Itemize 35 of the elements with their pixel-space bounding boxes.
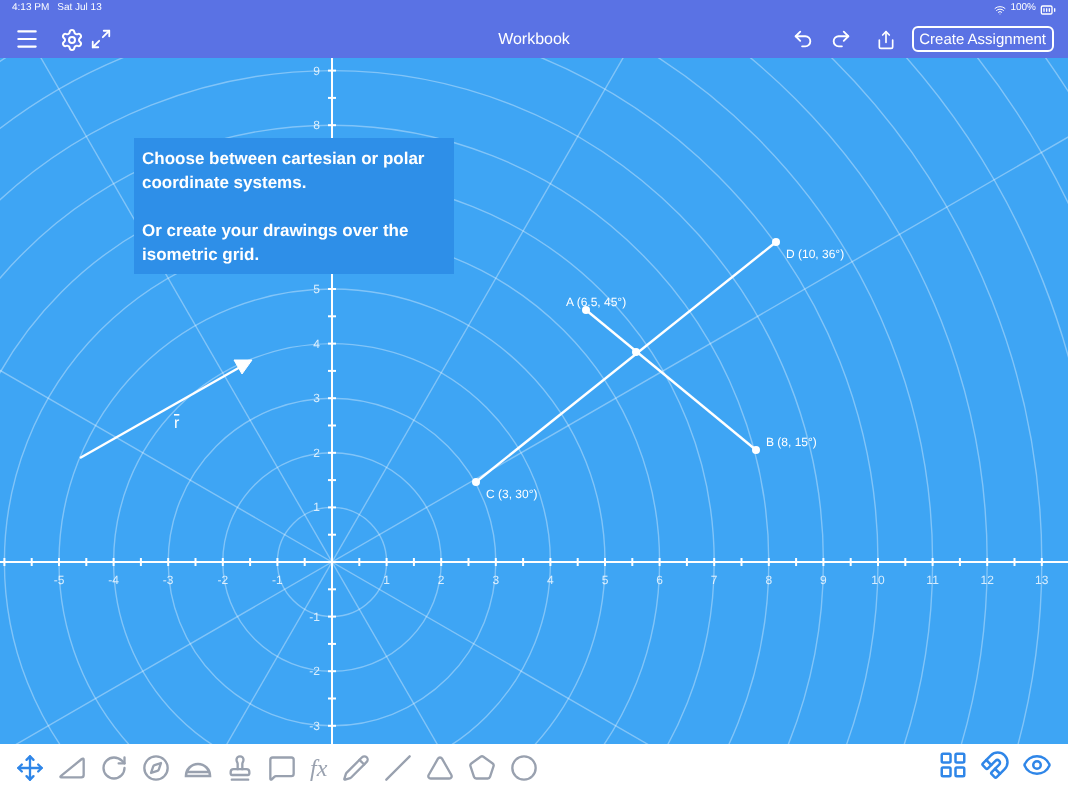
undo-icon[interactable] (791, 28, 814, 50)
compass-icon[interactable] (142, 754, 170, 783)
pencil-icon[interactable] (341, 754, 370, 783)
hint-text: Or create your drawings over the isometric grid. (142, 218, 411, 266)
triangle-icon[interactable] (425, 754, 454, 783)
eye-icon[interactable] (1022, 750, 1052, 781)
settings-icon[interactable] (60, 27, 84, 51)
share-icon[interactable] (875, 29, 896, 49)
polygon-icon[interactable] (467, 754, 496, 783)
function-tool[interactable]: fx (310, 750, 328, 787)
redo-icon[interactable] (829, 28, 852, 50)
point[interactable] (472, 478, 480, 486)
circle-icon[interactable] (509, 754, 538, 783)
battery-icon (1040, 2, 1056, 18)
point[interactable] (772, 238, 780, 246)
magnet-icon[interactable] (980, 750, 1010, 781)
point[interactable] (752, 446, 760, 454)
wifi-icon (994, 4, 1007, 16)
stamp-icon[interactable] (226, 754, 254, 783)
point[interactable] (582, 306, 590, 314)
fullscreen-icon[interactable] (90, 28, 112, 50)
vector-label: r (174, 414, 180, 432)
graph-canvas[interactable] (0, 58, 1068, 745)
segment[interactable] (475, 241, 777, 483)
intersection-point[interactable] (632, 348, 640, 356)
grid-icon[interactable] (938, 750, 968, 781)
menu-icon[interactable] (14, 26, 40, 52)
window-title: Workbook (498, 27, 570, 51)
comment-icon[interactable] (268, 754, 296, 783)
move-icon[interactable] (16, 754, 44, 783)
rotate-icon[interactable] (100, 754, 128, 783)
vector-arrow[interactable] (79, 359, 253, 460)
hint-text: Choose between cartesian or polar coordinate systems. (142, 146, 426, 194)
line-icon[interactable] (383, 754, 412, 783)
segment[interactable] (585, 309, 757, 451)
